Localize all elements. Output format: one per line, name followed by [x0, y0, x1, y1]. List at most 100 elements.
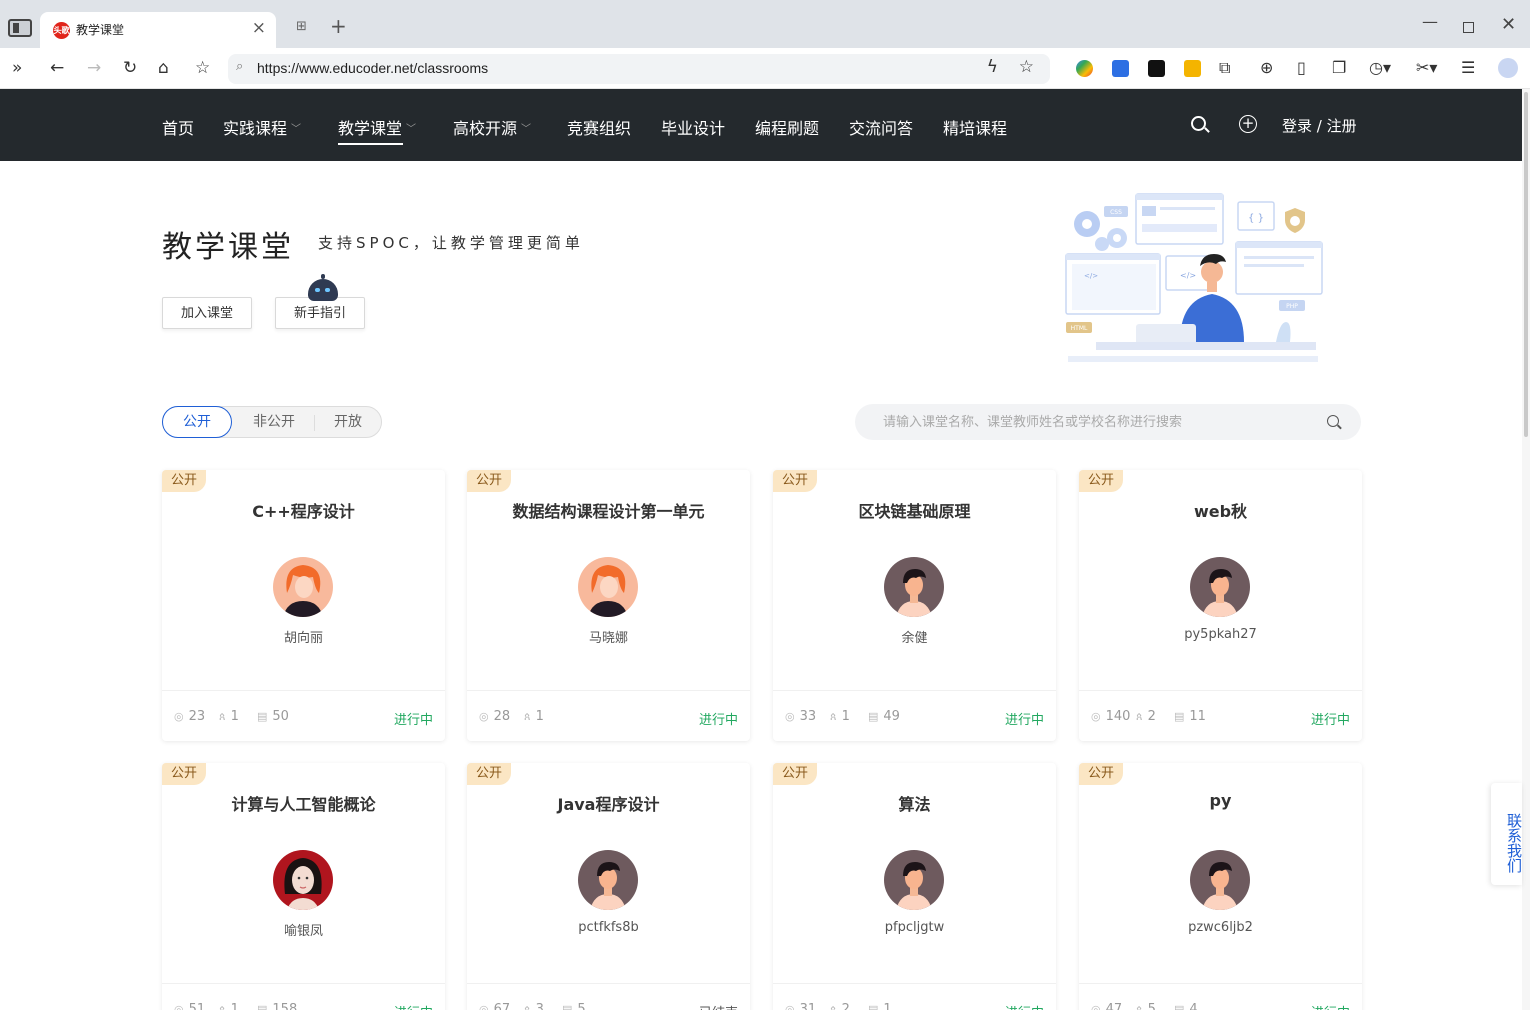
classroom-card[interactable]: 公开 区块链基础原理 余健 ◎ 33 ጰ 1 ▤ 49 进行中	[773, 470, 1056, 741]
classroom-card[interactable]: 公开 C++程序设计 胡向丽 ◎ 23 ጰ 1 ▤ 50 进行中	[162, 470, 445, 741]
members-stat: ጰ3	[524, 1002, 544, 1010]
classroom-card[interactable]: 公开 数据结构课程设计第一单元 马晓娜 ◎ 28 ጰ 1 进行中	[467, 470, 750, 741]
add-circle-icon[interactable]: +	[1239, 115, 1257, 133]
classroom-title[interactable]: 算法	[783, 791, 1046, 815]
teacher-avatar[interactable]	[273, 557, 333, 617]
visibility-badge: 公开	[1079, 763, 1123, 785]
classroom-card[interactable]: 公开 Java程序设计 pctfkfs8b ◎67 ጰ3 ▤5 已结束	[467, 763, 750, 1010]
teacher-avatar[interactable]	[884, 850, 944, 910]
history-icon[interactable]: ◷▾	[1369, 58, 1391, 77]
nav-item-classrooms[interactable]: 教学课堂 ﹀	[338, 115, 416, 139]
nav-item-qa[interactable]: 交流问答	[849, 115, 913, 139]
teacher-avatar[interactable]	[578, 850, 638, 910]
teacher-avatar[interactable]	[273, 850, 333, 910]
users-icon: ጰ	[830, 1003, 837, 1010]
views-stat: ◎ 33	[785, 709, 817, 724]
teacher-avatar[interactable]	[578, 557, 638, 617]
members-stat: ጰ2	[1136, 709, 1156, 724]
puzzle-extension-icon[interactable]: ⧉	[1219, 58, 1230, 78]
address-url[interactable]: https://www.educoder.net/classrooms	[257, 60, 488, 76]
window-switch-icon[interactable]: ❐	[1332, 58, 1346, 77]
classroom-card[interactable]: 公开 py pzwc6ljb2 ◎47 ጰ5 ▤4 进行中	[1079, 763, 1362, 1010]
login-register-link[interactable]: 登录 / 注册	[1282, 115, 1357, 136]
code-tag-label: </>	[1180, 271, 1196, 280]
bookmark-star-icon[interactable]: ☆	[195, 57, 210, 79]
teacher-name[interactable]: py5pkah27	[1079, 627, 1362, 642]
status-badge: 进行中	[1004, 713, 1044, 728]
classroom-card[interactable]: 公开算法 pfpcljgtw ◎31 ጰ2 ▤1 进行中	[773, 763, 1056, 1010]
filter-tab-open[interactable]: 开放	[315, 407, 381, 437]
contact-us-button[interactable]: 联系我们	[1491, 783, 1523, 885]
members-stat: ጰ5	[1136, 1002, 1156, 1010]
teacher-avatar[interactable]	[1190, 850, 1250, 910]
classroom-card[interactable]: 公开 web秋 py5pkah27 ◎ 140 ጰ 2 ▤ 11 进行中	[1079, 470, 1362, 741]
classroom-title[interactable]: Java程序设计	[477, 791, 740, 815]
nav-item-graduation-design[interactable]: 毕业设计	[661, 115, 725, 139]
forward-arrow-icon[interactable]: →	[87, 57, 101, 79]
teacher-name[interactable]: 喻银凤	[162, 920, 445, 939]
join-classroom-button[interactable]: 加入课堂	[162, 297, 252, 329]
window-minimize-icon[interactable]: —	[1422, 12, 1438, 31]
teacher-name[interactable]: pfpcljgtw	[773, 920, 1056, 935]
favorite-star-icon[interactable]: ☆	[1019, 57, 1034, 77]
nav-item-coding-practice[interactable]: 编程刷题	[755, 115, 819, 139]
classroom-search-input[interactable]	[883, 412, 1313, 432]
teacher-avatar[interactable]	[884, 557, 944, 617]
folder-extension-icon[interactable]	[1184, 60, 1201, 77]
extension-colorful-icon[interactable]	[1076, 60, 1093, 77]
teacher-name[interactable]: pzwc6ljb2	[1079, 920, 1362, 935]
filter-tab-private[interactable]: 非公开	[235, 407, 313, 437]
double-chevron-icon[interactable]: »	[12, 57, 22, 79]
search-icon[interactable]	[1327, 415, 1339, 427]
filter-tab-public[interactable]: 公开	[162, 406, 232, 438]
tasks-stat: ▤ 1	[868, 1002, 892, 1010]
window-maximize-icon[interactable]	[1463, 22, 1474, 33]
download-icon[interactable]: ⊕	[1260, 58, 1273, 77]
pen-extension-icon[interactable]	[1148, 60, 1165, 77]
reload-icon[interactable]: ↻	[123, 57, 137, 79]
browser-tab-active[interactable]: 头歌 教学课堂 ×	[40, 12, 276, 48]
search-icon[interactable]	[1191, 116, 1206, 131]
phone-icon[interactable]: ▯	[1297, 58, 1306, 77]
home-icon[interactable]: ⌂	[158, 57, 169, 79]
nav-item-home[interactable]: 首页	[162, 115, 194, 139]
nav-item-open-source[interactable]: 高校开源 ﹀	[453, 115, 531, 139]
sidebar-toggle-icon[interactable]	[8, 19, 32, 37]
teacher-avatar[interactable]	[1190, 557, 1250, 617]
window-close-icon[interactable]: ✕	[1501, 14, 1516, 35]
address-bar[interactable]: ⌕ https://www.educoder.net/classrooms ϟ …	[228, 54, 1050, 84]
eye-icon: ◎	[785, 710, 795, 723]
nav-item-premium-courses[interactable]: 精培课程	[943, 115, 1007, 139]
classroom-title[interactable]: py	[1089, 791, 1352, 810]
status-badge: 进行中	[394, 1002, 433, 1010]
classroom-title[interactable]: 区块链基础原理	[783, 498, 1046, 522]
profile-avatar-icon[interactable]	[1498, 58, 1518, 78]
document-icon: ▤	[1174, 710, 1185, 723]
teacher-name[interactable]: 余健	[773, 627, 1056, 646]
new-tab-icon[interactable]: +	[330, 14, 347, 38]
scissors-icon[interactable]: ✂▾	[1416, 58, 1437, 77]
teacher-name[interactable]: 马晓娜	[467, 627, 750, 646]
classroom-title[interactable]: 计算与人工智能概论	[172, 791, 435, 815]
users-icon: ጰ	[524, 710, 531, 723]
teacher-name[interactable]: pctfkfs8b	[467, 920, 750, 935]
nav-item-practice-courses[interactable]: 实践课程 ﹀	[223, 115, 301, 139]
teacher-name[interactable]: 胡向丽	[162, 627, 445, 646]
translate-extension-icon[interactable]	[1112, 60, 1129, 77]
css-label: CSS	[1110, 209, 1122, 216]
close-tab-icon[interactable]: ×	[252, 18, 266, 38]
code-tag-label: </>	[1084, 272, 1098, 280]
classroom-card[interactable]: 公开计算与人工智能概论喻银凤 ◎51 ጰ1 ▤158 进行中	[162, 763, 445, 1010]
scrollbar-thumb[interactable]	[1524, 92, 1528, 437]
beginner-guide-button[interactable]: 新手指引	[275, 297, 365, 329]
classroom-title[interactable]: web秋	[1089, 498, 1352, 522]
back-arrow-icon[interactable]: ←	[50, 57, 64, 79]
lightning-icon[interactable]: ϟ	[987, 57, 998, 77]
nav-item-competitions[interactable]: 竞赛组织	[567, 115, 631, 139]
tasks-stat: ▤ 5	[562, 1002, 586, 1010]
card-footer: ◎51 ጰ1 ▤158 进行中	[162, 983, 445, 1010]
tab-groups-icon[interactable]: ⊞	[296, 19, 307, 34]
classroom-title[interactable]: C++程序设计	[172, 498, 435, 522]
menu-icon[interactable]: ☰	[1461, 58, 1475, 77]
classroom-title[interactable]: 数据结构课程设计第一单元	[477, 498, 740, 522]
